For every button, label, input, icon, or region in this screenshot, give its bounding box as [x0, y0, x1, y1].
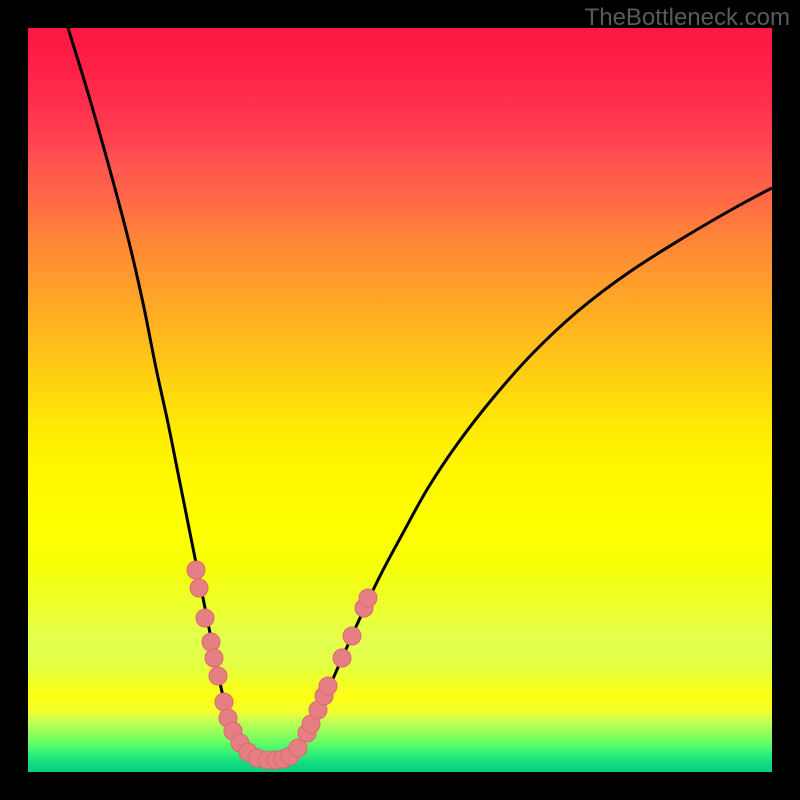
data-dot — [343, 627, 361, 645]
data-dot — [333, 649, 351, 667]
data-dots — [187, 561, 377, 769]
data-dot — [215, 693, 233, 711]
data-dot — [202, 633, 220, 651]
data-dot — [190, 579, 208, 597]
data-dot — [187, 561, 205, 579]
data-dot — [319, 677, 337, 695]
data-dot — [359, 589, 377, 607]
chart-frame: TheBottleneck.com — [0, 0, 800, 800]
left-curve — [68, 28, 276, 760]
data-dot — [196, 609, 214, 627]
data-dot — [209, 667, 227, 685]
data-dot — [205, 649, 223, 667]
right-curve — [276, 188, 772, 760]
chart-svg — [28, 28, 772, 772]
